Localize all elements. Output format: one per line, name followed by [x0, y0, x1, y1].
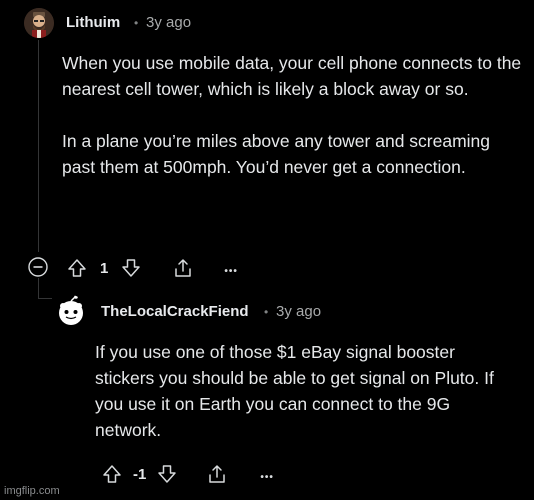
thread-line	[38, 40, 39, 252]
more-options-button[interactable]: •••	[260, 464, 274, 485]
share-button[interactable]	[172, 257, 194, 279]
comment-paragraph: In a plane you’re miles above any tower …	[62, 131, 491, 177]
downvote-button[interactable]	[120, 257, 142, 279]
username[interactable]: TheLocalCrackFiend	[101, 303, 249, 320]
watermark: imgflip.com	[4, 485, 60, 497]
more-icon: •••	[224, 265, 238, 277]
comment-body: If you use one of those $1 eBay signal b…	[95, 339, 515, 443]
vote-count: -1	[133, 465, 147, 483]
thread-line-connector	[38, 298, 52, 299]
avatar-icon	[24, 8, 54, 38]
comment-actions: 1 •••	[66, 256, 238, 280]
comment-body: When you use mobile data, your cell phon…	[62, 50, 522, 180]
avatar[interactable]	[56, 295, 86, 327]
comment-paragraph: When you use mobile data, your cell phon…	[62, 53, 522, 99]
upvote-button[interactable]	[101, 463, 123, 485]
comment-actions: -1 •••	[101, 462, 274, 486]
upvote-icon	[68, 259, 86, 277]
meta-separator: •	[264, 305, 269, 319]
meta-separator: •	[134, 16, 139, 30]
share-icon	[175, 259, 192, 277]
downvote-button[interactable]	[156, 463, 178, 485]
collapse-button[interactable]	[28, 257, 48, 277]
more-icon: •••	[260, 471, 274, 483]
timestamp: 3y ago	[146, 14, 192, 31]
upvote-icon	[103, 465, 121, 483]
avatar[interactable]	[24, 8, 54, 38]
more-options-button[interactable]: •••	[224, 258, 238, 279]
avatar-icon	[59, 295, 83, 325]
share-button[interactable]	[206, 463, 228, 485]
vote-count: 1	[100, 259, 109, 277]
upvote-button[interactable]	[66, 257, 88, 279]
downvote-icon	[158, 465, 177, 483]
share-icon	[209, 465, 226, 483]
timestamp: 3y ago	[276, 303, 322, 320]
comment-paragraph: If you use one of those $1 eBay signal b…	[95, 342, 494, 440]
downvote-icon	[122, 259, 141, 277]
collapse-icon	[28, 257, 48, 277]
thread-line-branch	[38, 278, 39, 298]
username[interactable]: Lithuim	[66, 14, 120, 31]
